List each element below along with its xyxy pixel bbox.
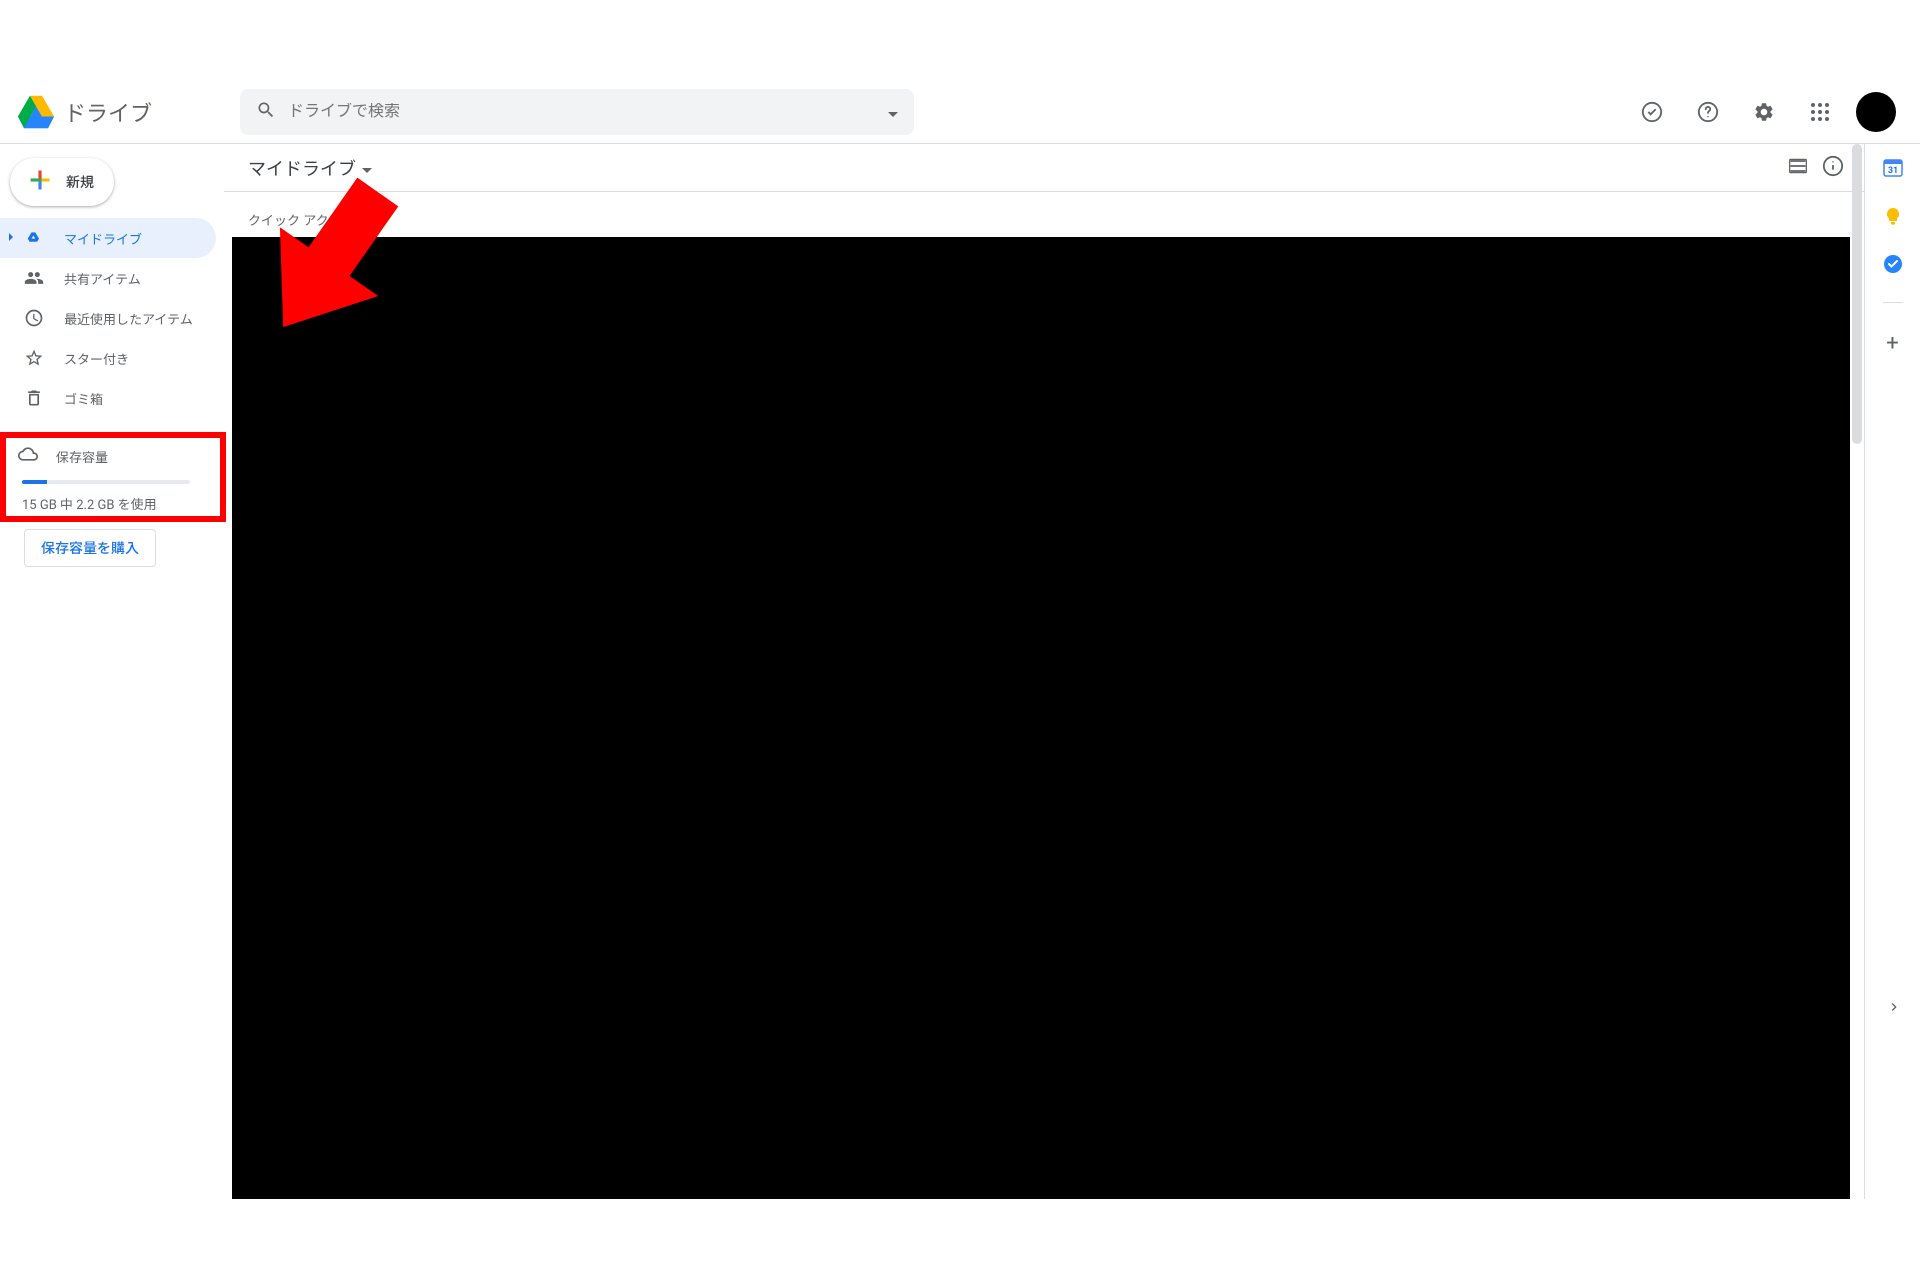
storage-progress-fill <box>22 480 47 484</box>
sidebar-item-recent[interactable]: 最近使用したアイテム <box>0 298 216 338</box>
buy-storage-button[interactable]: 保存容量を購入 <box>24 529 156 567</box>
sidebar-item-label: 最近使用したアイテム <box>64 309 193 328</box>
quick-access-label: クイック アクセス <box>224 192 1864 237</box>
trash-icon <box>22 388 46 408</box>
sidebar: 新規 マイドライブ 共有アイテム <box>0 144 224 1199</box>
keep-app-icon[interactable] <box>1883 206 1903 226</box>
header: ドライブ <box>0 80 1920 144</box>
app-title: ドライブ <box>64 96 152 128</box>
main-content: マイドライブ クイック アクセス <box>224 144 1864 1199</box>
search-options-dropdown-icon[interactable] <box>888 102 898 121</box>
storage-progress-bar <box>22 480 190 484</box>
cloud-icon <box>18 444 38 468</box>
scrollbar-thumb[interactable] <box>1852 144 1862 444</box>
panel-divider <box>1883 302 1903 303</box>
search-bar[interactable] <box>240 89 914 135</box>
help-icon[interactable] <box>1688 92 1728 132</box>
sidebar-item-label: マイドライブ <box>64 229 142 248</box>
info-icon[interactable] <box>1822 155 1844 181</box>
sidebar-item-storage[interactable]: 保存容量 <box>18 444 206 468</box>
drive-logo-icon[interactable] <box>16 92 56 132</box>
chevron-right-expand-icon[interactable] <box>1886 999 1902 1019</box>
breadcrumb-label: マイドライブ <box>248 155 356 181</box>
new-button[interactable]: 新規 <box>10 158 114 206</box>
breadcrumb-bar: マイドライブ <box>224 144 1864 192</box>
offline-ready-icon[interactable] <box>1632 92 1672 132</box>
storage-section: 保存容量 15 GB 中 2.2 GB を使用 保存容量を購入 <box>0 432 224 579</box>
right-side-panel: 31 + <box>1864 144 1920 1199</box>
search-input[interactable] <box>288 103 888 121</box>
star-icon <box>22 348 46 368</box>
logo-section: ドライブ <box>16 92 236 132</box>
add-addon-icon[interactable]: + <box>1886 331 1898 356</box>
apps-grid-icon[interactable] <box>1800 92 1840 132</box>
storage-usage-text: 15 GB 中 2.2 GB を使用 <box>22 494 206 513</box>
view-actions <box>1788 155 1844 181</box>
chevron-down-icon <box>362 157 372 178</box>
list-view-icon[interactable] <box>1788 156 1808 180</box>
breadcrumb[interactable]: マイドライブ <box>248 155 372 181</box>
tasks-app-icon[interactable] <box>1883 254 1903 274</box>
sidebar-item-my-drive[interactable]: マイドライブ <box>0 218 216 258</box>
content-area <box>232 237 1850 1199</box>
people-icon <box>22 268 46 288</box>
sidebar-item-label: スター付き <box>64 349 129 368</box>
storage-label: 保存容量 <box>56 447 108 466</box>
chevron-right-icon <box>6 231 16 246</box>
account-avatar[interactable] <box>1856 92 1896 132</box>
svg-text:31: 31 <box>1887 166 1897 176</box>
settings-gear-icon[interactable] <box>1744 92 1784 132</box>
calendar-app-icon[interactable]: 31 <box>1883 158 1903 178</box>
sidebar-item-trash[interactable]: ゴミ箱 <box>0 378 216 418</box>
sidebar-item-label: ゴミ箱 <box>64 389 103 408</box>
new-button-label: 新規 <box>66 172 94 192</box>
search-icon <box>256 100 276 124</box>
sidebar-item-starred[interactable]: スター付き <box>0 338 216 378</box>
sidebar-item-label: 共有アイテム <box>64 269 141 288</box>
clock-icon <box>22 308 46 328</box>
header-actions <box>1632 92 1904 132</box>
drive-icon <box>22 228 46 248</box>
plus-icon <box>26 166 54 198</box>
sidebar-item-shared[interactable]: 共有アイテム <box>0 258 216 298</box>
